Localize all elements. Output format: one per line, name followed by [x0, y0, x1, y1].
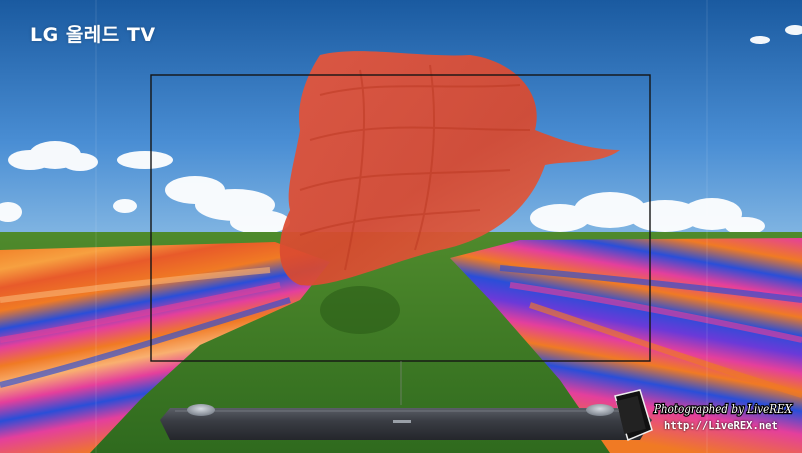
brand-title: LG 올레드 TV — [30, 24, 156, 46]
soundbar — [160, 408, 652, 440]
svg-text:Photographed by LiveREX: Photographed by LiveREX — [653, 402, 792, 416]
soundbar-right-speaker — [586, 404, 614, 416]
fabric-shadow — [320, 286, 400, 334]
watermark-signature: Photographed by LiveREX — [652, 401, 794, 418]
soundbar-left-speaker — [187, 404, 215, 416]
watermark-url: http://LiveREX.net — [664, 420, 778, 432]
lg-oled-scene: LG 올레드 TV Photographed by LiveREX http:/… — [0, 0, 802, 453]
scene-illustration — [0, 0, 802, 453]
soundbar-logo — [393, 420, 411, 423]
